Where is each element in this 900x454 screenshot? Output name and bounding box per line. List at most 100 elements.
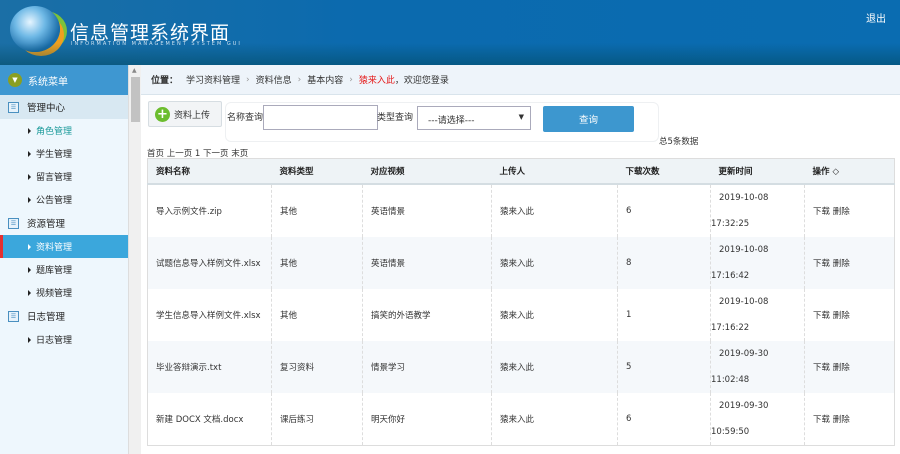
total-count: 总5条数据	[659, 137, 699, 147]
sidebar-scrollbar[interactable]: ▲	[128, 65, 141, 454]
breadcrumb-item[interactable]: 学习资料管理	[186, 73, 240, 86]
cell-uploader: 猿来入此	[491, 392, 618, 445]
sidebar-item-messages[interactable]: 留言管理	[0, 165, 128, 188]
cell-type: 其他	[271, 183, 363, 237]
cell-downloads: 6	[617, 392, 711, 445]
table-row: 学生信息导入样例文件.xlsx 其他 搞笑的外语教学 猿来入此 1 2019-1…	[147, 288, 895, 341]
table-row: 试题信息导入样例文件.xlsx 其他 英语情景 猿来入此 8 2019-10-0…	[147, 236, 895, 289]
download-link[interactable]: 下载	[813, 311, 830, 321]
table-row: 导入示例文件.zip 其他 英语情景 猿来入此 6 2019-10-08 17:3…	[147, 183, 895, 237]
col-name: 资料名称	[147, 158, 272, 185]
sidebar-item-videos[interactable]: 视频管理	[0, 281, 128, 304]
chevron-right-icon: ›	[349, 74, 353, 85]
delete-link[interactable]: 删除	[833, 363, 850, 373]
date: 2019-09-30	[719, 348, 769, 359]
cell-updated: 2019-09-30 10:59:50	[710, 392, 805, 445]
name-query-input[interactable]	[263, 105, 378, 130]
sidebar-group-logs[interactable]: ☰ 日志管理	[0, 304, 128, 328]
list-icon: ☰	[8, 217, 19, 229]
upload-button[interactable]: + 资料上传	[148, 101, 222, 127]
col-uploader: 上传人	[491, 158, 618, 185]
download-link[interactable]: 下载	[813, 259, 830, 269]
date: 2019-10-08	[719, 192, 769, 203]
chevron-down-icon: ▼	[8, 73, 22, 87]
query-button[interactable]: 查询	[543, 106, 634, 132]
group-label: 日志管理	[27, 312, 66, 323]
sidebar-group-management[interactable]: ☰ 管理中心	[0, 95, 128, 119]
col-downloads: 下载次数	[617, 158, 711, 185]
group-label: 资源管理	[27, 219, 66, 230]
download-link[interactable]: 下载	[813, 363, 830, 373]
scroll-up-icon[interactable]: ▲	[132, 67, 137, 74]
logo-globe-icon	[10, 6, 60, 52]
header: 信息管理系统界面 INFORMATION MANAGEMENT SYSTEM G…	[0, 0, 900, 65]
col-type: 资料类型	[271, 158, 363, 185]
type-select[interactable]: ---请选择--- ▼	[417, 106, 531, 130]
cell-name: 试题信息导入样例文件.xlsx	[147, 236, 272, 289]
cell-actions: 下载 删除	[804, 236, 895, 289]
delete-link[interactable]: 删除	[833, 207, 850, 217]
cell-name: 学生信息导入样例文件.xlsx	[147, 288, 272, 341]
time: 11:02:48	[711, 374, 750, 385]
dropdown-arrow-icon: ▼	[518, 113, 524, 121]
breadcrumb-item[interactable]: 基本内容	[307, 73, 343, 86]
sidebar-group-resources[interactable]: ☰ 资源管理	[0, 211, 128, 235]
cell-video: 情景学习	[362, 340, 492, 393]
time: 17:16:42	[711, 270, 750, 281]
logout-link[interactable]: 退出	[866, 10, 886, 25]
col-updated: 更新时间	[710, 158, 805, 185]
sidebar-title[interactable]: ▼ 系统菜单	[0, 65, 128, 95]
col-actions-sortable[interactable]: 操作 ◇	[804, 158, 895, 185]
cell-type: 课后练习	[271, 392, 363, 445]
date: 2019-10-08	[719, 296, 769, 307]
plus-icon: +	[155, 106, 170, 122]
chevron-right-icon: ›	[246, 74, 250, 85]
cell-video: 英语情景	[362, 183, 492, 237]
current-user: 猿来入此	[358, 76, 395, 86]
table-row: 新建 DOCX 文档.docx 课后练习 明天你好 猿来入此 6 2019-09…	[147, 392, 895, 445]
cell-name: 毕业答辩演示.txt	[147, 340, 272, 393]
cell-uploader: 猿来入此	[491, 288, 618, 341]
list-icon: ☰	[8, 101, 19, 113]
cell-actions: 下载 删除	[804, 340, 895, 393]
cell-video: 搞笑的外语教学	[362, 288, 492, 341]
type-select-value: ---请选择---	[428, 116, 475, 126]
sidebar-item-roles[interactable]: 角色管理	[0, 119, 128, 142]
cell-updated: 2019-10-08 17:32:25	[710, 183, 805, 237]
cell-actions: 下载 删除	[804, 392, 895, 445]
cell-uploader: 猿来入此	[491, 340, 618, 393]
cell-actions: 下载 删除	[804, 183, 895, 237]
date: 2019-10-08	[719, 244, 769, 255]
materials-table: 资料名称 资料类型 对应视频 上传人 下载次数 更新时间 操作 ◇ 导入示例文件…	[147, 158, 895, 446]
cell-downloads: 6	[617, 183, 711, 237]
chevron-right-icon: ›	[297, 74, 302, 85]
cell-video: 明天你好	[362, 392, 492, 445]
sidebar-item-question-bank[interactable]: 题库管理	[0, 258, 128, 281]
delete-link[interactable]: 删除	[833, 259, 850, 269]
welcome-text: ，欢迎您登录	[394, 76, 449, 86]
breadcrumb-label: 位置：	[151, 76, 179, 86]
delete-link[interactable]: 删除	[833, 415, 850, 425]
cell-video: 英语情景	[362, 236, 492, 289]
sidebar-item-materials[interactable]: 资料管理	[0, 235, 128, 258]
breadcrumb-item[interactable]: 资料信息	[256, 73, 292, 86]
sidebar-item-students[interactable]: 学生管理	[0, 142, 128, 165]
scrollbar-thumb[interactable]	[131, 77, 140, 122]
sidebar: ▼ 系统菜单 ☰ 管理中心 角色管理 学生管理 留言管理 公告管理 ☰ 资源管理 资料…	[0, 65, 128, 454]
cell-name: 导入示例文件.zip	[147, 183, 272, 237]
download-link[interactable]: 下载	[813, 415, 830, 425]
cell-downloads: 8	[617, 236, 711, 289]
delete-link[interactable]: 删除	[833, 311, 850, 321]
cell-uploader: 猿来入此	[491, 183, 618, 237]
sidebar-item-logs[interactable]: 日志管理	[0, 328, 128, 351]
app-subtitle: INFORMATION MANAGEMENT SYSTEM GUI	[71, 41, 242, 47]
cell-type: 其他	[271, 288, 363, 341]
cell-uploader: 猿来入此	[491, 236, 618, 289]
name-query-label: 名称查询	[227, 113, 264, 123]
sidebar-title-label: 系统菜单	[28, 76, 68, 88]
sidebar-item-notices[interactable]: 公告管理	[0, 188, 128, 211]
time: 10:59:50	[711, 426, 750, 437]
cell-updated: 2019-09-30 11:02:48	[710, 340, 805, 393]
download-link[interactable]: 下载	[813, 207, 830, 217]
list-icon: ☰	[8, 310, 19, 322]
